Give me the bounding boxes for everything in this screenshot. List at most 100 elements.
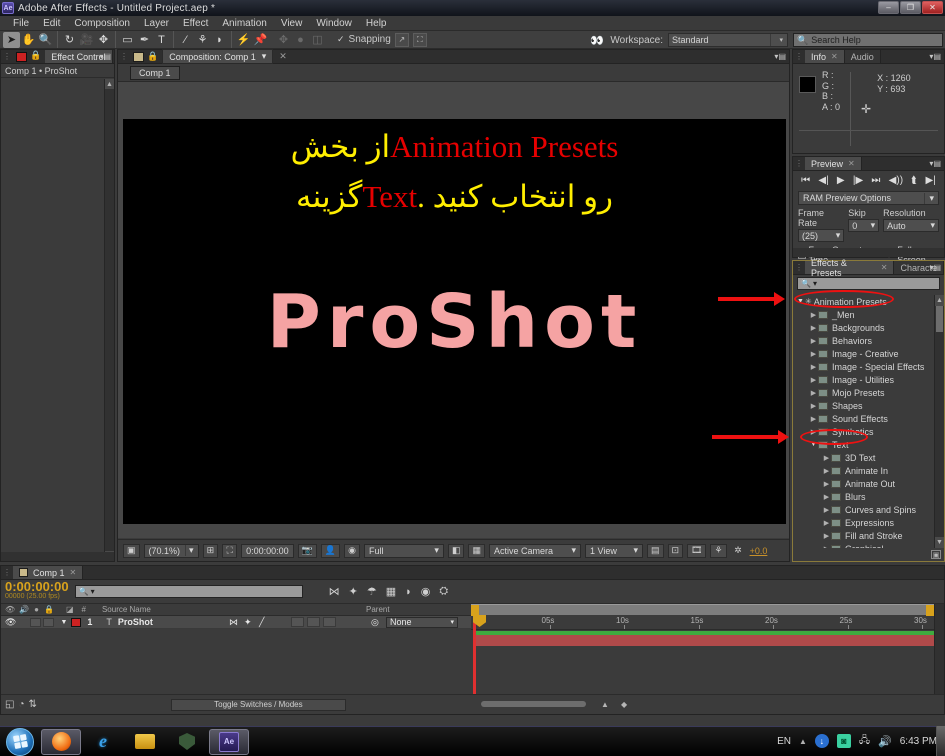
layer-switch-box-1[interactable] [291, 617, 304, 627]
zoom-in-icon[interactable]: ◆ [621, 700, 627, 709]
scroll-thumb[interactable] [936, 306, 943, 332]
menu-item-layer[interactable]: Layer [137, 18, 176, 29]
preset-tree-item[interactable]: ▶ Synthetics [793, 425, 934, 438]
tab-audio[interactable]: Audio [844, 50, 881, 63]
shape-tool-icon[interactable]: ▭ [119, 32, 136, 48]
puppet-pin-tool-icon[interactable]: 📌 [252, 32, 269, 48]
snapping-checkbox[interactable]: ✓ [337, 34, 345, 45]
close-button[interactable]: ✕ [922, 1, 943, 14]
chevron-right-icon[interactable]: ▶ [822, 519, 831, 527]
play-button[interactable]: ▶ [837, 175, 845, 186]
effects-panel-menu-icon[interactable]: ▾▤ [929, 263, 941, 272]
chevron-down-icon[interactable]: ▼ [796, 298, 805, 305]
tray-app-icon[interactable]: ◙ [836, 734, 851, 748]
frame-blending-icon[interactable]: ▦ [386, 585, 396, 598]
chevron-right-icon[interactable]: ▶ [809, 324, 818, 332]
search-dropdown-icon[interactable]: ▾ [813, 279, 817, 288]
hand-tool-icon[interactable]: ✋ [20, 32, 37, 48]
info-panel-menu-icon[interactable]: ▾▤ [929, 52, 941, 61]
preset-tree-item[interactable]: ▶ Animate Out [793, 477, 934, 490]
region-of-interest-icon[interactable]: ⛶ [222, 543, 238, 558]
comp-close-icon[interactable]: ✕ [279, 51, 287, 62]
show-desktop-button[interactable] [936, 726, 945, 756]
selection-tool-icon[interactable]: ➤ [3, 31, 20, 48]
preview-resolution-select[interactable]: Auto ▾ [883, 219, 940, 232]
exposure-value[interactable]: +0.0 [750, 546, 768, 556]
taskbar-item-shield-app[interactable] [167, 729, 207, 755]
exposure-icon[interactable]: ✲ [731, 544, 746, 558]
ram-preview-options-select[interactable]: RAM Preview Options ▾ [798, 191, 939, 205]
audio-preview-button[interactable]: ◀)) [889, 175, 903, 186]
maximize-button[interactable]: ❐ [900, 1, 921, 14]
snap-bounds-icon[interactable]: ⛶ [412, 32, 427, 47]
layer-solo-toggle[interactable] [43, 617, 55, 627]
pan-behind-tool-icon[interactable]: ✥ [95, 32, 112, 48]
pen-tool-icon[interactable]: ✒ [136, 32, 153, 48]
preset-tree-item[interactable]: ▶ Animate In [793, 464, 934, 477]
view-layout-select[interactable]: 1 View ▾ [584, 543, 643, 558]
close-icon[interactable]: ✕ [70, 568, 77, 577]
snap-rotate-icon[interactable]: ↗ [394, 32, 409, 47]
menu-item-file[interactable]: File [6, 18, 36, 29]
preset-tree-item[interactable]: ▼ ✳ Animation Presets [793, 295, 934, 308]
transparency-grid-icon[interactable]: ◧ [447, 543, 465, 558]
fast-previews-icon[interactable]: ⊡ [667, 543, 684, 558]
effect-control-hscroll[interactable] [1, 552, 114, 561]
draft-3d-icon[interactable]: ✦ [349, 585, 358, 598]
pixel-aspect-icon[interactable]: ▤ [646, 543, 664, 558]
preset-tree-item[interactable]: ▶ Sound Effects [793, 412, 934, 425]
taskbar-item-internet-explorer[interactable]: e [83, 729, 123, 755]
workspace-eyes-icon[interactable]: 👀 [588, 32, 605, 48]
layer-duration-bar[interactable] [473, 635, 934, 646]
effects-search-input[interactable]: 🔍 ▾ [797, 277, 940, 290]
menu-item-effect[interactable]: Effect [176, 18, 215, 29]
hide-shy-footer-icon[interactable]: ◔ [18, 699, 24, 710]
scroll-up-icon[interactable]: ▲ [935, 295, 944, 306]
expand-collapse-icon[interactable]: ⇅ [29, 699, 37, 710]
preset-tree-item[interactable]: ▶ Shapes [793, 399, 934, 412]
chevron-right-icon[interactable]: ▶ [822, 506, 831, 514]
composition-stage[interactable]: Animation Presetsاز بخش رو انتخاب کنید .… [123, 119, 786, 524]
chevron-right-icon[interactable]: ▶ [809, 415, 818, 423]
zoom-out-icon[interactable]: ▲ [601, 700, 609, 709]
comp-thumbnail-icon[interactable]: ▣ [123, 543, 140, 558]
parent-pickwhip-icon[interactable]: ◎ [371, 617, 379, 628]
comp-flowchart-icon[interactable]: ⚘ [710, 543, 727, 558]
comp-lock-icon[interactable]: 🔒 [147, 51, 162, 62]
chevron-right-icon[interactable]: ▶ [822, 467, 831, 475]
effects-preset-tree[interactable]: ▼ ✳ Animation Presets ▶ _Men ▶ Backgrounds ▶ Beh… [793, 295, 934, 548]
comp-panel-menu-icon[interactable]: ▾▤ [774, 52, 786, 61]
preset-tree-item[interactable]: ▶ Image - Utilities [793, 373, 934, 386]
current-time-indicator[interactable] [473, 615, 476, 694]
effects-panel-grip[interactable]: ⋮ [793, 261, 805, 274]
preset-tree-item[interactable]: ▼ Text [793, 438, 934, 451]
lock-icon[interactable]: 🔒 [30, 50, 45, 63]
chevron-right-icon[interactable]: ▶ [822, 532, 831, 540]
show-snapshot-icon[interactable]: 👤 [320, 543, 341, 558]
info-panel-grip[interactable]: ⋮ [793, 50, 805, 63]
close-icon[interactable]: ✕ [848, 159, 855, 168]
camera-tool-icon[interactable]: 🎥 [78, 32, 95, 48]
tray-expand-icon[interactable]: ▲ [799, 737, 807, 746]
tray-network-icon[interactable]: 🖧 [859, 733, 870, 750]
layer-visibility-icon[interactable]: 👁 [1, 617, 16, 628]
chevron-right-icon[interactable]: ▶ [809, 402, 818, 410]
comp-flowchart-chip[interactable]: Comp 1 [130, 65, 180, 80]
layer-switch-quality-icon[interactable]: ✦ [244, 617, 252, 628]
comp-flowchart-icon[interactable]: ◱ [5, 699, 14, 710]
toggle-switches-modes-button[interactable]: Toggle Switches / Modes [170, 698, 346, 711]
effects-tree-scrollbar[interactable]: ▲ ▼ [934, 295, 944, 548]
tab-composition[interactable]: Composition: Comp 1 ▾ [162, 49, 274, 64]
chevron-right-icon[interactable]: ▶ [822, 480, 831, 488]
close-icon[interactable]: ✕ [831, 52, 838, 61]
comp-timecode[interactable]: 0:00:00:00 [241, 543, 294, 558]
menu-item-edit[interactable]: Edit [36, 18, 67, 29]
tab-effects-and-presets[interactable]: Effects & Presets ✕ [805, 258, 895, 278]
timeline-search-input[interactable]: 🔍 ▾ [74, 585, 303, 598]
work-area-bar[interactable] [471, 604, 944, 616]
preset-tree-item[interactable]: ▶ Image - Creative [793, 347, 934, 360]
next-frame-button[interactable]: |▶ [853, 175, 863, 186]
menu-item-help[interactable]: Help [359, 18, 394, 29]
panel-grip[interactable]: ⋮ [1, 50, 13, 63]
close-icon[interactable]: ✕ [881, 263, 888, 272]
